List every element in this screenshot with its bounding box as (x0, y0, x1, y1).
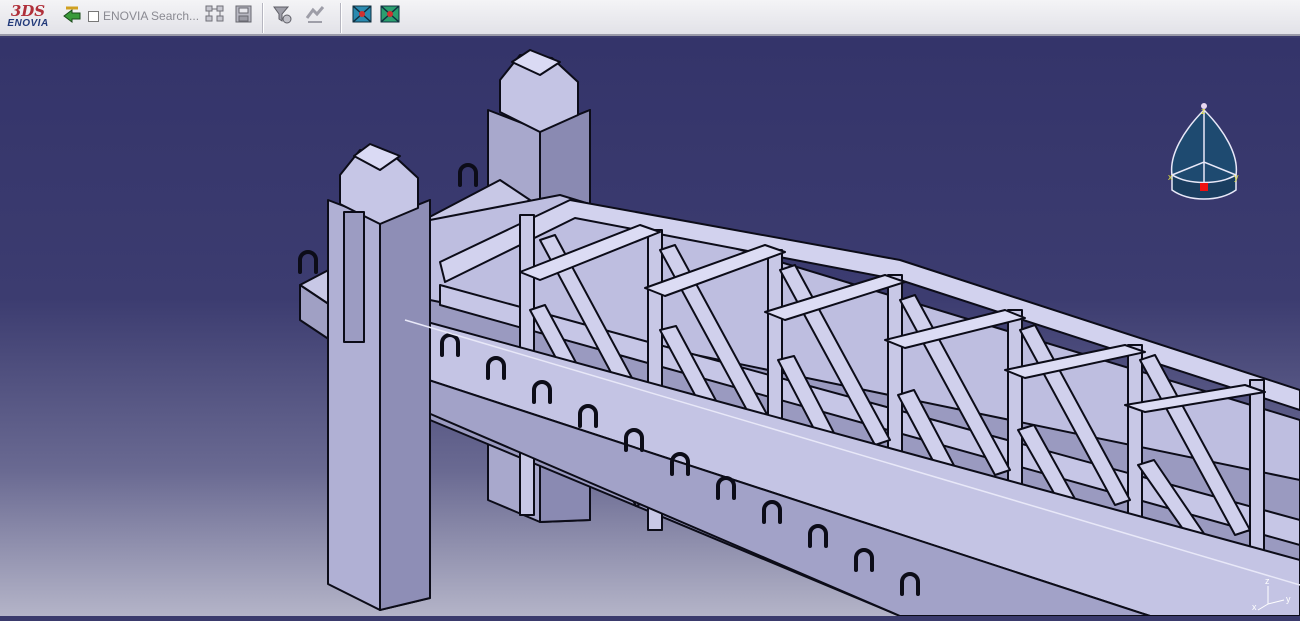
save-icon[interactable] (232, 2, 256, 26)
toolbar: 3DS ENOVIA ENOVIA Search... (0, 0, 1300, 36)
tree-explode-icon[interactable] (203, 2, 227, 26)
view-normal-icon[interactable] (350, 2, 374, 26)
enovia-navigate-icon[interactable] (60, 2, 84, 26)
checkbox-icon[interactable] (88, 10, 99, 22)
view-highlight-icon[interactable] (378, 2, 402, 26)
triad-x-label: x (1252, 602, 1257, 612)
compass-icon[interactable]: z x y (1164, 100, 1244, 210)
filter-icon[interactable] (270, 2, 294, 26)
toolbar-separator (262, 3, 264, 33)
bridge-model[interactable] (0, 38, 1300, 617)
toolbar-separator-2 (340, 3, 342, 33)
triad-y-label: y (1286, 594, 1291, 604)
logo-text: ENOVIA (7, 17, 49, 29)
triad-z-label: z (1265, 576, 1270, 586)
enovia-logo[interactable]: 3DS ENOVIA (2, 2, 54, 30)
compass-y-label: y (1234, 172, 1239, 182)
compass-x-label: x (1168, 172, 1173, 182)
search-label: ENOVIA Search... (103, 9, 200, 23)
enovia-search[interactable]: ENOVIA Search... (88, 2, 199, 30)
axis-triad-icon: z y x (1252, 576, 1291, 612)
logo-mark: 3DS (10, 1, 46, 20)
compass-z-label: z (1201, 106, 1206, 116)
3d-viewport[interactable]: z x y z y x (0, 38, 1300, 617)
refresh-icon[interactable] (303, 2, 327, 26)
